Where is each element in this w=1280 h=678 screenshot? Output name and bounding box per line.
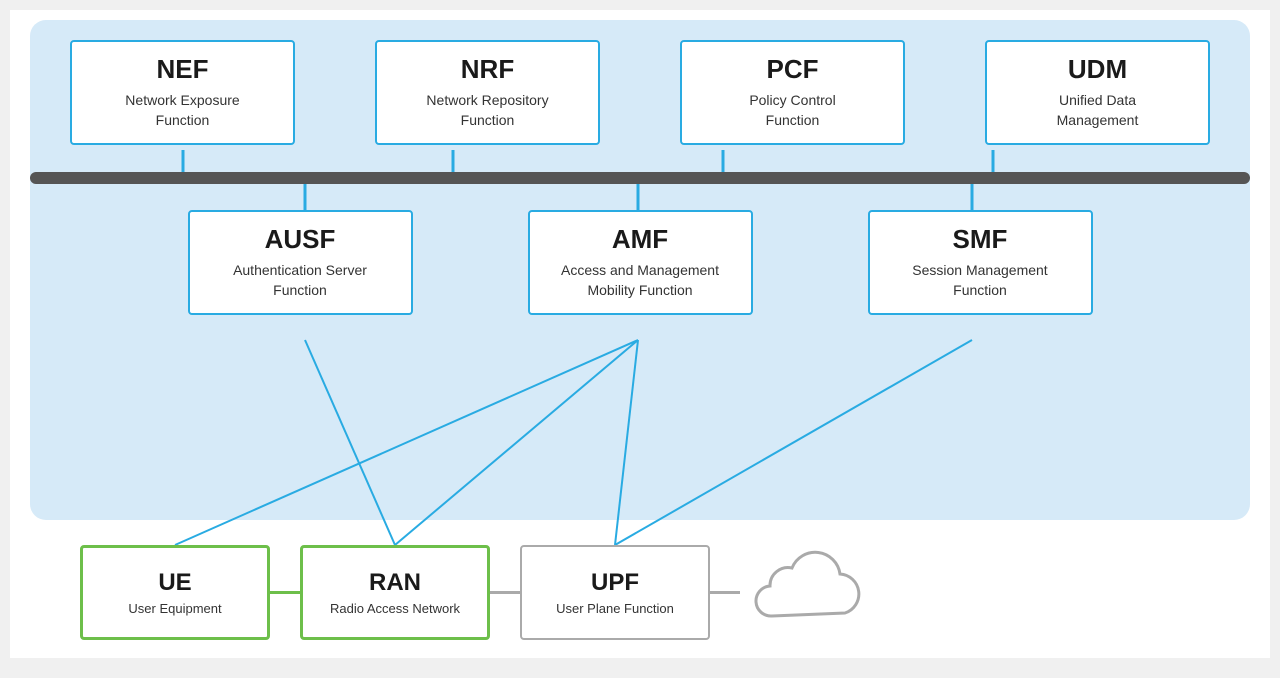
middle-row: AUSF Authentication ServerFunction AMF A… <box>30 210 1250 315</box>
upf-cloud-connector <box>710 591 740 594</box>
ue-fullname: User Equipment <box>128 601 221 616</box>
upf-abbr: UPF <box>591 569 639 597</box>
ausf-abbr: AUSF <box>265 224 336 255</box>
diagram-wrapper: NEF Network ExposureFunction NRF Network… <box>10 10 1270 658</box>
ran-abbr: RAN <box>369 569 421 597</box>
top-row: NEF Network ExposureFunction NRF Network… <box>30 40 1250 145</box>
internet-cloud <box>740 548 870 638</box>
udm-fullname: Unified DataManagement <box>1057 91 1139 130</box>
pcf-fullname: Policy ControlFunction <box>749 91 835 130</box>
nef-abbr: NEF <box>157 54 209 85</box>
nef-box: NEF Network ExposureFunction <box>70 40 295 145</box>
ran-box: RAN Radio Access Network <box>300 545 490 640</box>
smf-abbr: SMF <box>953 224 1008 255</box>
pcf-abbr: PCF <box>767 54 819 85</box>
amf-fullname: Access and ManagementMobility Function <box>561 261 719 300</box>
udm-box: UDM Unified DataManagement <box>985 40 1210 145</box>
udm-abbr: UDM <box>1068 54 1127 85</box>
nrf-box: NRF Network RepositoryFunction <box>375 40 600 145</box>
bottom-row: UE User Equipment RAN Radio Access Netwo… <box>30 545 1250 640</box>
pcf-box: PCF Policy ControlFunction <box>680 40 905 145</box>
ue-abbr: UE <box>158 569 191 597</box>
ausf-box: AUSF Authentication ServerFunction <box>188 210 413 315</box>
ue-box: UE User Equipment <box>80 545 270 640</box>
service-bus <box>30 172 1250 184</box>
amf-box: AMF Access and ManagementMobility Functi… <box>528 210 753 315</box>
ran-upf-connector <box>490 591 520 594</box>
smf-fullname: Session ManagementFunction <box>912 261 1047 300</box>
amf-abbr: AMF <box>612 224 668 255</box>
nrf-fullname: Network RepositoryFunction <box>426 91 548 130</box>
upf-box: UPF User Plane Function <box>520 545 710 640</box>
ran-fullname: Radio Access Network <box>330 601 460 616</box>
upf-fullname: User Plane Function <box>556 601 674 616</box>
nef-fullname: Network ExposureFunction <box>125 91 239 130</box>
nrf-abbr: NRF <box>461 54 514 85</box>
smf-box: SMF Session ManagementFunction <box>868 210 1093 315</box>
ue-ran-connector <box>270 591 300 594</box>
ausf-fullname: Authentication ServerFunction <box>233 261 367 300</box>
